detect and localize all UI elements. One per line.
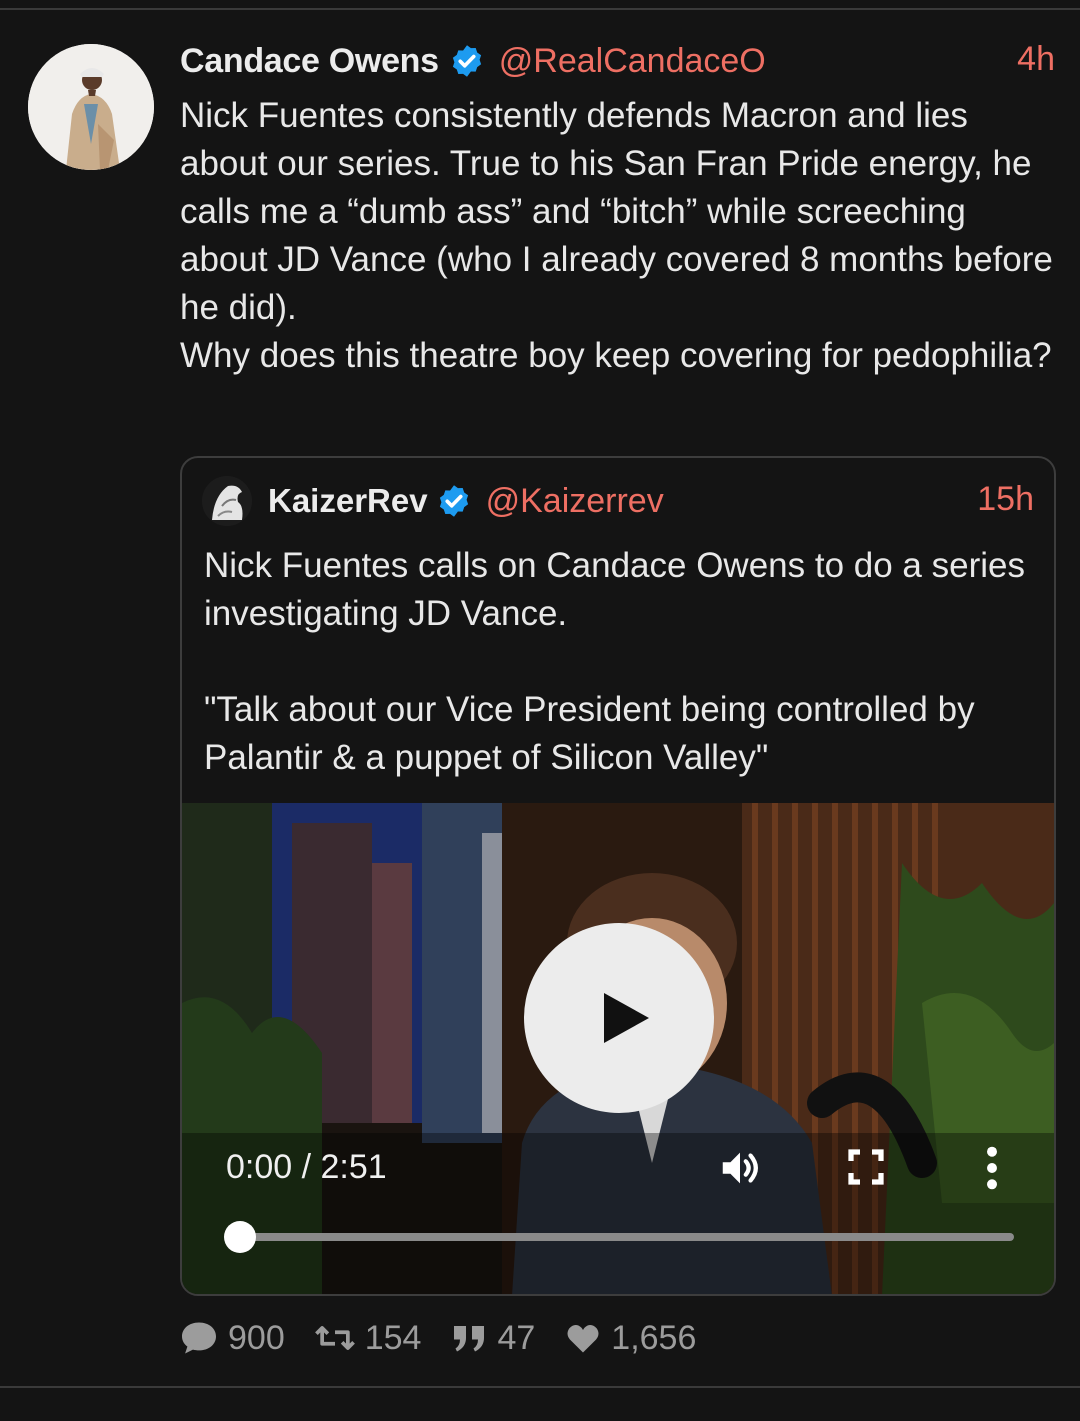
quoted-author-handle[interactable]: @Kaizerrev: [486, 482, 664, 521]
quote-button[interactable]: 47: [451, 1319, 535, 1358]
quoted-post-text: Nick Fuentes calls on Candace Owens to d…: [204, 546, 1025, 777]
reply-count: 900: [228, 1318, 285, 1357]
repost-count: 154: [364, 1318, 422, 1357]
author-avatar[interactable]: [28, 44, 154, 170]
more-options-button[interactable]: [982, 1145, 1002, 1191]
author-name[interactable]: Candace Owens: [180, 42, 439, 81]
video-time-display: 0:00 / 2:51: [226, 1148, 387, 1186]
fullscreen-icon: [848, 1149, 884, 1185]
like-button[interactable]: 1,656: [565, 1319, 696, 1358]
quoted-post-time[interactable]: 15h: [977, 480, 1034, 519]
video-progress-bar[interactable]: [236, 1233, 1014, 1241]
repost-icon: [314, 1326, 355, 1350]
more-vertical-icon: [987, 1146, 997, 1190]
video-progress-handle[interactable]: [224, 1221, 256, 1253]
fullscreen-button[interactable]: [848, 1149, 884, 1185]
quoted-post-header: KaizerRev @Kaizerrev 15h: [202, 476, 1034, 526]
volume-icon: [722, 1152, 758, 1184]
post-header: Candace Owens @RealCandaceO 4h: [180, 36, 1055, 86]
quote-count: 47: [497, 1318, 536, 1357]
post[interactable]: Candace Owens @RealCandaceO 4h Nick Fuen…: [180, 36, 1055, 380]
post-time[interactable]: 4h: [1017, 40, 1055, 79]
verified-badge-icon: [436, 483, 472, 519]
quoted-author-name[interactable]: KaizerRev: [268, 482, 428, 520]
verified-badge-icon: [449, 43, 485, 79]
author-handle[interactable]: @RealCandaceO: [499, 42, 766, 81]
repost-button[interactable]: 154: [314, 1318, 422, 1358]
like-count: 1,656: [611, 1318, 697, 1357]
bottom-divider: [0, 1386, 1080, 1388]
quoted-author-avatar[interactable]: [202, 476, 252, 526]
video-player[interactable]: 0:00 / 2:51: [182, 803, 1054, 1294]
post-text: Nick Fuentes consistently defends Macron…: [180, 96, 1053, 375]
volume-button[interactable]: [716, 1145, 764, 1191]
comment-icon: [182, 1322, 216, 1354]
avatar-image: [28, 44, 154, 170]
reply-button[interactable]: 900: [180, 1319, 285, 1358]
post-actions: 900 154 47 1,656: [180, 1316, 726, 1360]
quoted-post[interactable]: KaizerRev @Kaizerrev 15h Nick Fuentes ca…: [180, 456, 1056, 1296]
play-button[interactable]: [524, 923, 714, 1113]
heart-icon: [567, 1324, 599, 1353]
quote-icon: [454, 1326, 485, 1352]
top-divider: [0, 8, 1080, 10]
play-icon: [604, 993, 649, 1043]
